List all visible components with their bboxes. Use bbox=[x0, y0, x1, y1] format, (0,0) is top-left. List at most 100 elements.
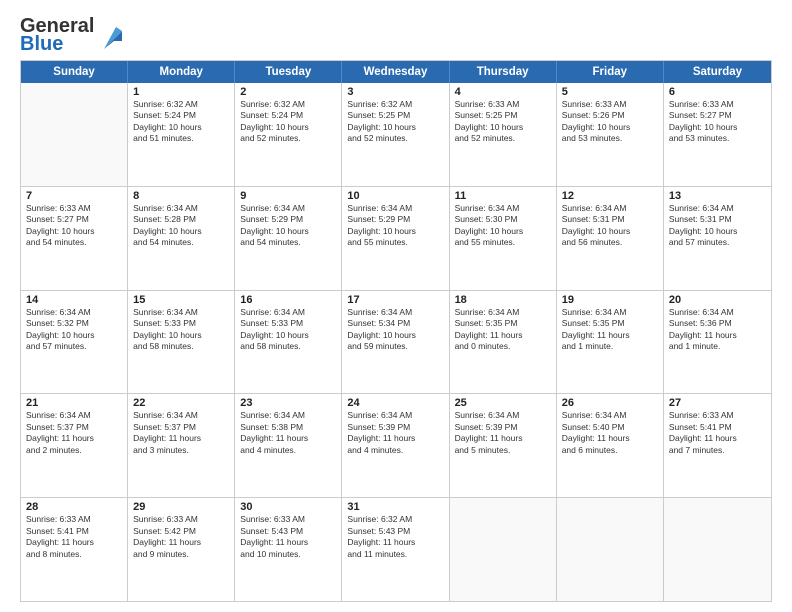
day-info-21: Sunrise: 6:34 AM Sunset: 5:37 PM Dayligh… bbox=[26, 410, 122, 456]
day-16: 16Sunrise: 6:34 AM Sunset: 5:33 PM Dayli… bbox=[235, 291, 342, 394]
day-info-30: Sunrise: 6:33 AM Sunset: 5:43 PM Dayligh… bbox=[240, 514, 336, 560]
day-26: 26Sunrise: 6:34 AM Sunset: 5:40 PM Dayli… bbox=[557, 394, 664, 497]
day-number-30: 30 bbox=[240, 501, 336, 513]
day-info-10: Sunrise: 6:34 AM Sunset: 5:29 PM Dayligh… bbox=[347, 203, 443, 249]
page: General Blue SundayMondayTuesdayWednesda… bbox=[0, 0, 792, 612]
day-number-31: 31 bbox=[347, 501, 443, 513]
day-number-2: 2 bbox=[240, 86, 336, 98]
header-tuesday: Tuesday bbox=[235, 61, 342, 83]
day-info-16: Sunrise: 6:34 AM Sunset: 5:33 PM Dayligh… bbox=[240, 307, 336, 353]
day-25: 25Sunrise: 6:34 AM Sunset: 5:39 PM Dayli… bbox=[450, 394, 557, 497]
day-info-19: Sunrise: 6:34 AM Sunset: 5:35 PM Dayligh… bbox=[562, 307, 658, 353]
day-number-14: 14 bbox=[26, 294, 122, 306]
calendar-row-4: 21Sunrise: 6:34 AM Sunset: 5:37 PM Dayli… bbox=[21, 393, 771, 497]
day-number-17: 17 bbox=[347, 294, 443, 306]
logo-bird-icon bbox=[100, 21, 122, 49]
day-number-20: 20 bbox=[669, 294, 766, 306]
day-number-12: 12 bbox=[562, 190, 658, 202]
day-number-16: 16 bbox=[240, 294, 336, 306]
day-7: 7Sunrise: 6:33 AM Sunset: 5:27 PM Daylig… bbox=[21, 187, 128, 290]
header-friday: Friday bbox=[557, 61, 664, 83]
day-20: 20Sunrise: 6:34 AM Sunset: 5:36 PM Dayli… bbox=[664, 291, 771, 394]
calendar-header: SundayMondayTuesdayWednesdayThursdayFrid… bbox=[21, 61, 771, 83]
day-info-28: Sunrise: 6:33 AM Sunset: 5:41 PM Dayligh… bbox=[26, 514, 122, 560]
calendar: SundayMondayTuesdayWednesdayThursdayFrid… bbox=[20, 60, 772, 602]
day-info-12: Sunrise: 6:34 AM Sunset: 5:31 PM Dayligh… bbox=[562, 203, 658, 249]
day-10: 10Sunrise: 6:34 AM Sunset: 5:29 PM Dayli… bbox=[342, 187, 449, 290]
day-info-3: Sunrise: 6:32 AM Sunset: 5:25 PM Dayligh… bbox=[347, 99, 443, 145]
day-number-28: 28 bbox=[26, 501, 122, 513]
day-number-6: 6 bbox=[669, 86, 766, 98]
calendar-row-2: 7Sunrise: 6:33 AM Sunset: 5:27 PM Daylig… bbox=[21, 186, 771, 290]
day-info-7: Sunrise: 6:33 AM Sunset: 5:27 PM Dayligh… bbox=[26, 203, 122, 249]
day-number-25: 25 bbox=[455, 397, 551, 409]
day-info-26: Sunrise: 6:34 AM Sunset: 5:40 PM Dayligh… bbox=[562, 410, 658, 456]
day-info-20: Sunrise: 6:34 AM Sunset: 5:36 PM Dayligh… bbox=[669, 307, 766, 353]
day-number-7: 7 bbox=[26, 190, 122, 202]
day-number-10: 10 bbox=[347, 190, 443, 202]
day-info-24: Sunrise: 6:34 AM Sunset: 5:39 PM Dayligh… bbox=[347, 410, 443, 456]
day-number-23: 23 bbox=[240, 397, 336, 409]
day-4: 4Sunrise: 6:33 AM Sunset: 5:25 PM Daylig… bbox=[450, 83, 557, 186]
day-info-14: Sunrise: 6:34 AM Sunset: 5:32 PM Dayligh… bbox=[26, 307, 122, 353]
day-info-22: Sunrise: 6:34 AM Sunset: 5:37 PM Dayligh… bbox=[133, 410, 229, 456]
empty-cell-4-5 bbox=[557, 498, 664, 601]
day-23: 23Sunrise: 6:34 AM Sunset: 5:38 PM Dayli… bbox=[235, 394, 342, 497]
day-number-15: 15 bbox=[133, 294, 229, 306]
day-info-29: Sunrise: 6:33 AM Sunset: 5:42 PM Dayligh… bbox=[133, 514, 229, 560]
day-18: 18Sunrise: 6:34 AM Sunset: 5:35 PM Dayli… bbox=[450, 291, 557, 394]
day-12: 12Sunrise: 6:34 AM Sunset: 5:31 PM Dayli… bbox=[557, 187, 664, 290]
day-3: 3Sunrise: 6:32 AM Sunset: 5:25 PM Daylig… bbox=[342, 83, 449, 186]
header: General Blue bbox=[20, 16, 772, 54]
day-info-1: Sunrise: 6:32 AM Sunset: 5:24 PM Dayligh… bbox=[133, 99, 229, 145]
day-24: 24Sunrise: 6:34 AM Sunset: 5:39 PM Dayli… bbox=[342, 394, 449, 497]
day-number-21: 21 bbox=[26, 397, 122, 409]
day-info-13: Sunrise: 6:34 AM Sunset: 5:31 PM Dayligh… bbox=[669, 203, 766, 249]
day-info-31: Sunrise: 6:32 AM Sunset: 5:43 PM Dayligh… bbox=[347, 514, 443, 560]
day-number-26: 26 bbox=[562, 397, 658, 409]
calendar-row-5: 28Sunrise: 6:33 AM Sunset: 5:41 PM Dayli… bbox=[21, 497, 771, 601]
header-saturday: Saturday bbox=[664, 61, 771, 83]
header-monday: Monday bbox=[128, 61, 235, 83]
day-1: 1Sunrise: 6:32 AM Sunset: 5:24 PM Daylig… bbox=[128, 83, 235, 186]
day-info-8: Sunrise: 6:34 AM Sunset: 5:28 PM Dayligh… bbox=[133, 203, 229, 249]
day-number-19: 19 bbox=[562, 294, 658, 306]
day-info-11: Sunrise: 6:34 AM Sunset: 5:30 PM Dayligh… bbox=[455, 203, 551, 249]
day-31: 31Sunrise: 6:32 AM Sunset: 5:43 PM Dayli… bbox=[342, 498, 449, 601]
calendar-row-1: 1Sunrise: 6:32 AM Sunset: 5:24 PM Daylig… bbox=[21, 83, 771, 186]
header-sunday: Sunday bbox=[21, 61, 128, 83]
day-info-23: Sunrise: 6:34 AM Sunset: 5:38 PM Dayligh… bbox=[240, 410, 336, 456]
day-info-2: Sunrise: 6:32 AM Sunset: 5:24 PM Dayligh… bbox=[240, 99, 336, 145]
day-info-17: Sunrise: 6:34 AM Sunset: 5:34 PM Dayligh… bbox=[347, 307, 443, 353]
day-number-3: 3 bbox=[347, 86, 443, 98]
day-9: 9Sunrise: 6:34 AM Sunset: 5:29 PM Daylig… bbox=[235, 187, 342, 290]
empty-cell-0-0 bbox=[21, 83, 128, 186]
day-22: 22Sunrise: 6:34 AM Sunset: 5:37 PM Dayli… bbox=[128, 394, 235, 497]
day-number-13: 13 bbox=[669, 190, 766, 202]
day-6: 6Sunrise: 6:33 AM Sunset: 5:27 PM Daylig… bbox=[664, 83, 771, 186]
day-number-18: 18 bbox=[455, 294, 551, 306]
day-11: 11Sunrise: 6:34 AM Sunset: 5:30 PM Dayli… bbox=[450, 187, 557, 290]
day-17: 17Sunrise: 6:34 AM Sunset: 5:34 PM Dayli… bbox=[342, 291, 449, 394]
day-29: 29Sunrise: 6:33 AM Sunset: 5:42 PM Dayli… bbox=[128, 498, 235, 601]
day-28: 28Sunrise: 6:33 AM Sunset: 5:41 PM Dayli… bbox=[21, 498, 128, 601]
day-8: 8Sunrise: 6:34 AM Sunset: 5:28 PM Daylig… bbox=[128, 187, 235, 290]
day-14: 14Sunrise: 6:34 AM Sunset: 5:32 PM Dayli… bbox=[21, 291, 128, 394]
day-number-29: 29 bbox=[133, 501, 229, 513]
day-number-5: 5 bbox=[562, 86, 658, 98]
logo: General Blue bbox=[20, 16, 122, 54]
day-19: 19Sunrise: 6:34 AM Sunset: 5:35 PM Dayli… bbox=[557, 291, 664, 394]
day-number-24: 24 bbox=[347, 397, 443, 409]
day-number-27: 27 bbox=[669, 397, 766, 409]
empty-cell-4-6 bbox=[664, 498, 771, 601]
calendar-row-3: 14Sunrise: 6:34 AM Sunset: 5:32 PM Dayli… bbox=[21, 290, 771, 394]
day-info-4: Sunrise: 6:33 AM Sunset: 5:25 PM Dayligh… bbox=[455, 99, 551, 145]
day-13: 13Sunrise: 6:34 AM Sunset: 5:31 PM Dayli… bbox=[664, 187, 771, 290]
empty-cell-4-4 bbox=[450, 498, 557, 601]
day-info-9: Sunrise: 6:34 AM Sunset: 5:29 PM Dayligh… bbox=[240, 203, 336, 249]
day-info-6: Sunrise: 6:33 AM Sunset: 5:27 PM Dayligh… bbox=[669, 99, 766, 145]
day-number-11: 11 bbox=[455, 190, 551, 202]
header-thursday: Thursday bbox=[450, 61, 557, 83]
day-number-22: 22 bbox=[133, 397, 229, 409]
calendar-body: 1Sunrise: 6:32 AM Sunset: 5:24 PM Daylig… bbox=[21, 83, 771, 601]
